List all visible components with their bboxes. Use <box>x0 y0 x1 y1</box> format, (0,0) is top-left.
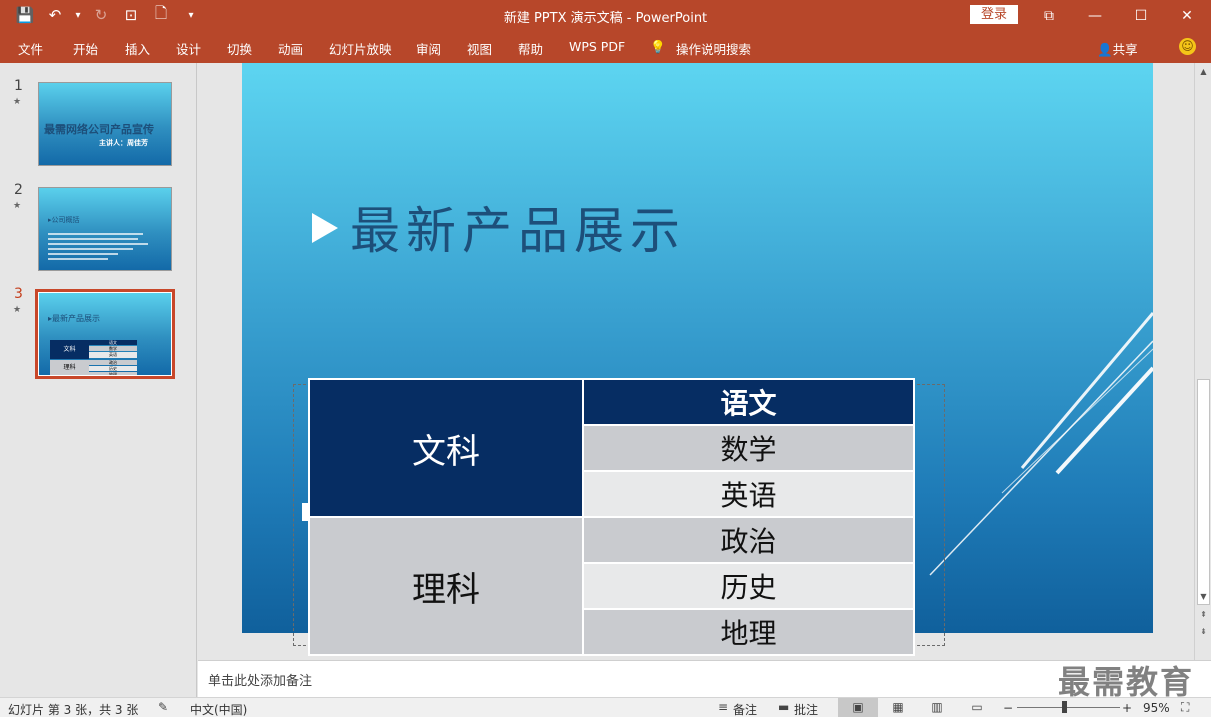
scrollbar-thumb[interactable] <box>1197 379 1210 605</box>
tab-design[interactable]: 设计 <box>176 39 201 58</box>
reading-view-button[interactable]: ▥ <box>917 698 957 717</box>
thumbnail-cell: 数学 <box>89 346 137 351</box>
comments-toggle[interactable]: 批注 <box>794 701 818 717</box>
close-icon[interactable]: ✕ <box>1164 0 1210 31</box>
undo-dropdown-icon[interactable]: ▾ <box>74 5 82 25</box>
thumbnail-subtitle: 主讲人：周佳芳 <box>99 139 148 147</box>
person-icon: 👤 <box>1097 42 1113 57</box>
zoom-in-button[interactable]: + <box>1122 701 1132 715</box>
ribbon-display-options-icon[interactable]: ⧉ <box>1026 0 1072 31</box>
tab-transitions[interactable]: 切换 <box>227 39 252 58</box>
table-cell[interactable]: 数学 <box>582 424 915 472</box>
thumbnail-cell: 语文 <box>89 340 137 345</box>
zoom-slider-thumb[interactable] <box>1062 701 1067 713</box>
zoom-slider-track[interactable] <box>1017 707 1120 708</box>
table-cell-category[interactable]: 理科 <box>308 516 584 656</box>
slide-number: 3 <box>14 286 23 302</box>
tell-me-search[interactable]: 操作说明搜索 <box>676 39 751 58</box>
title-bullet-triangle <box>312 213 338 243</box>
table-cell[interactable]: 英语 <box>582 470 915 518</box>
tab-file[interactable]: 文件 <box>18 39 43 58</box>
slide-thumbnail-panel: 1 ★ 最需网络公司产品宣传 主讲人：周佳芳 2 ★ ▸公司概括 3 ★ ▸最新… <box>0 63 197 697</box>
tab-slideshow[interactable]: 幻灯片放映 <box>329 39 392 58</box>
maximize-icon[interactable]: ☐ <box>1118 0 1164 31</box>
tab-review[interactable]: 审阅 <box>416 39 441 58</box>
vertical-scrollbar[interactable]: ▲ ▼ ⇞ ⇟ <box>1194 63 1211 660</box>
share-button[interactable]: 👤共享 <box>1097 39 1138 58</box>
table-cell[interactable]: 地理 <box>582 608 915 656</box>
tab-animations[interactable]: 动画 <box>278 39 303 58</box>
thumbnail-cell: 地理 <box>89 372 137 375</box>
scroll-up-icon[interactable]: ▲ <box>1198 66 1209 77</box>
thumbnail-title: ▸最新产品展示 <box>48 314 101 323</box>
spelling-check-icon[interactable]: ✎ <box>158 700 168 714</box>
customize-qat-icon[interactable]: ▾ <box>180 5 202 25</box>
thumbnail-title: 最需网络公司产品宣传 <box>44 123 154 136</box>
scroll-down-icon[interactable]: ▼ <box>1198 591 1209 602</box>
ribbon-tabs: 文件 开始 插入 设计 切换 动画 幻灯片放映 审阅 视图 帮助 WPS PDF… <box>0 31 1211 63</box>
slide-title[interactable]: 最新产品展示 <box>350 191 686 263</box>
minimize-icon[interactable]: — <box>1072 0 1118 31</box>
slide-sorter-view-button[interactable]: ▦ <box>878 698 918 717</box>
login-button[interactable]: 登录 <box>970 5 1018 24</box>
slide-number: 1 <box>14 78 23 94</box>
lightbulb-icon[interactable]: 💡 <box>650 39 666 55</box>
notes-toggle[interactable]: 备注 <box>733 701 757 717</box>
thumbnail-cell: 英语 <box>89 352 137 358</box>
slide-thumbnail-3[interactable]: ▸最新产品展示 文科 语文 数学 英语 理科 政治 历史 地理 <box>35 289 175 379</box>
slide-thumbnail-2[interactable]: ▸公司概括 <box>38 187 172 271</box>
animation-star-icon: ★ <box>13 305 22 315</box>
next-slide-icon[interactable]: ⇟ <box>1198 626 1209 637</box>
new-file-icon[interactable]: 🗋 <box>150 4 172 25</box>
save-icon[interactable]: 💾 <box>14 5 36 25</box>
notes-pane[interactable]: 单击此处添加备注 最需教育 <box>198 660 1211 701</box>
slide-number: 2 <box>14 182 23 198</box>
tab-view[interactable]: 视图 <box>467 39 492 58</box>
animation-star-icon: ★ <box>13 97 22 107</box>
notes-placeholder[interactable]: 单击此处添加备注 <box>208 670 312 689</box>
slide-counter: 幻灯片 第 3 张，共 3 张 <box>8 703 139 717</box>
thumbnail-title: ▸公司概括 <box>48 216 80 224</box>
slide-editor: 最新产品展示 文科 语文 数学 英语 理科 政治 历史 地理 <box>198 63 1194 660</box>
table-cell-category[interactable]: 文科 <box>308 378 584 518</box>
title-bar: 💾 ↶ ▾ ↻ ⊡ 🗋 ▾ 新建 PPTX 演示文稿 - PowerPoint … <box>0 0 1211 31</box>
feedback-smiley-icon[interactable]: ☺ <box>1179 38 1196 55</box>
animation-star-icon: ★ <box>13 201 22 211</box>
language-indicator[interactable]: 中文(中国) <box>190 701 247 717</box>
fit-slide-icon[interactable]: ⛶ <box>1181 700 1189 715</box>
table-header-cell[interactable]: 语文 <box>582 378 915 426</box>
thumbnail-cell: 文科 <box>50 340 89 359</box>
subject-table[interactable]: 文科 语文 数学 英语 理科 政治 历史 地理 <box>308 378 915 656</box>
table-cell[interactable]: 历史 <box>582 562 915 610</box>
undo-icon[interactable]: ↶ <box>44 5 66 25</box>
slideshow-view-button[interactable]: ▭ <box>957 698 997 717</box>
status-bar: 幻灯片 第 3 张，共 3 张 ✎ 中文(中国) ≡ 备注 ▬ 批注 ▣ ▦ ▥… <box>0 697 1211 717</box>
tab-help[interactable]: 帮助 <box>518 39 543 58</box>
tab-insert[interactable]: 插入 <box>125 39 150 58</box>
tab-home[interactable]: 开始 <box>73 39 98 58</box>
notes-icon: ≡ <box>718 700 729 714</box>
thumbnail-cell: 历史 <box>89 366 137 371</box>
zoom-out-button[interactable]: − <box>1003 701 1013 715</box>
normal-view-button[interactable]: ▣ <box>838 698 878 717</box>
share-label: 共享 <box>1112 42 1138 57</box>
comments-icon: ▬ <box>778 700 790 714</box>
slide-thumbnail-1[interactable]: 最需网络公司产品宣传 主讲人：周佳芳 <box>38 82 172 166</box>
quick-access-toolbar: 💾 ↶ ▾ ↻ ⊡ 🗋 ▾ <box>14 4 202 25</box>
previous-slide-icon[interactable]: ⇞ <box>1198 609 1209 620</box>
thumbnail-cell: 理科 <box>50 360 89 375</box>
thumbnail-cell: 政治 <box>89 360 137 365</box>
redo-icon[interactable]: ↻ <box>90 5 112 25</box>
zoom-level[interactable]: 95% <box>1143 701 1170 715</box>
table-cell[interactable]: 政治 <box>582 516 915 564</box>
tab-wps-pdf[interactable]: WPS PDF <box>569 39 625 54</box>
start-slideshow-icon[interactable]: ⊡ <box>120 5 142 25</box>
